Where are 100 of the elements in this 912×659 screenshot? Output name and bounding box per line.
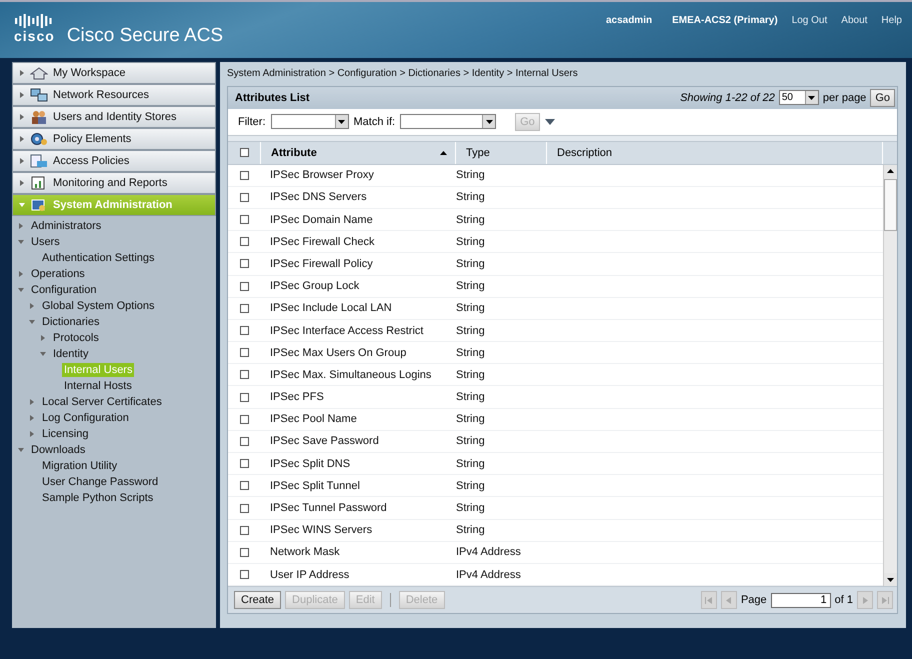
table-cell-text: String — [455, 435, 486, 448]
collapsed-arrow-icon[interactable] — [18, 223, 24, 229]
tree-item[interactable]: User Change Password — [40, 475, 160, 489]
dropdown-arrow-icon — [486, 120, 493, 124]
row-checkbox[interactable] — [240, 326, 248, 335]
tree-item[interactable]: Operations — [29, 267, 87, 281]
action-button[interactable]: Create — [234, 591, 282, 610]
table-cell-text: IPSec Tunnel Password — [269, 502, 388, 514]
row-checkbox[interactable] — [240, 392, 248, 402]
expanded-arrow-icon[interactable] — [40, 351, 46, 357]
table-cell-text: IPSec Save Password — [269, 435, 380, 448]
table-cell-text: IPSec Interface Access Restrict — [269, 324, 424, 336]
row-checkbox[interactable] — [240, 548, 248, 557]
header-link[interactable]: About — [841, 15, 868, 26]
column-header[interactable]: Attribute — [261, 142, 456, 164]
select-all-checkbox[interactable] — [240, 148, 248, 158]
table-cell-text: String — [455, 524, 486, 536]
row-checkbox[interactable] — [240, 282, 248, 291]
nav-drawer-button[interactable]: Users and Identity Stores — [12, 106, 216, 128]
row-checkbox[interactable] — [240, 259, 248, 268]
expanded-arrow-icon[interactable] — [18, 287, 24, 293]
collapsed-arrow-icon[interactable] — [29, 431, 35, 437]
per-page-dropdown[interactable]: 50 — [778, 90, 819, 106]
match-dropdown[interactable] — [400, 114, 496, 130]
collapsed-arrow-icon — [19, 180, 25, 186]
tree-item[interactable]: Global System Options — [40, 299, 156, 313]
expanded-arrow-icon[interactable] — [18, 447, 24, 453]
collapsed-arrow-icon — [19, 70, 25, 76]
tree-item[interactable]: Local Server Certificates — [40, 395, 164, 409]
nav-drawer-button[interactable]: Network Resources — [12, 84, 216, 106]
nav-drawer-button[interactable]: Access Policies — [12, 150, 216, 172]
tree-item[interactable]: Authentication Settings — [40, 251, 157, 265]
table-cell-text: String — [455, 502, 486, 514]
row-checkbox[interactable] — [240, 215, 248, 224]
row-checkbox[interactable] — [240, 526, 248, 535]
table-cell-text: String — [455, 324, 486, 336]
header-link[interactable]: Log Out — [792, 15, 828, 26]
panel-title: Attributes List — [235, 92, 310, 104]
tree-item[interactable]: Downloads — [29, 443, 88, 457]
collapsed-arrow-icon[interactable] — [18, 271, 24, 277]
row-checkbox[interactable] — [240, 237, 248, 246]
header-link[interactable]: Help — [881, 15, 902, 26]
previous-icon — [726, 596, 732, 604]
collapsed-arrow-icon — [19, 92, 25, 98]
caret-icon[interactable] — [544, 118, 555, 125]
tree-item[interactable]: Configuration — [29, 283, 98, 297]
breadcrumb: System Administration > Configuration > Dictionaries > Identity > Internal Users — [227, 67, 579, 81]
users-icon — [30, 110, 48, 124]
nav-drawer-button[interactable]: My Workspace — [12, 62, 216, 84]
tree-item[interactable]: Administrators — [29, 219, 104, 233]
row-checkbox[interactable] — [240, 370, 248, 380]
collapsed-arrow-icon[interactable] — [29, 399, 35, 405]
go-button[interactable]: Go — [870, 88, 895, 107]
scroll-thumb[interactable] — [884, 178, 897, 231]
tree-item[interactable]: Dictionaries — [40, 315, 102, 329]
collapsed-arrow-icon[interactable] — [40, 335, 46, 341]
expanded-arrow-icon[interactable] — [29, 319, 35, 325]
table-cell-text: IPSec Group Lock — [269, 280, 360, 292]
expanded-arrow-icon[interactable] — [18, 239, 24, 245]
tree-item[interactable]: Identity — [51, 347, 90, 361]
scrollbar[interactable] — [883, 164, 897, 586]
table-cell-text: String — [455, 368, 486, 381]
tree-item[interactable]: Internal Hosts — [62, 379, 134, 393]
nav-drawer-button[interactable]: Policy Elements — [12, 128, 216, 150]
tree-item[interactable]: Log Configuration — [40, 411, 131, 425]
collapsed-arrow-icon[interactable] — [29, 303, 35, 309]
page-number-field[interactable]: 1 — [770, 592, 831, 608]
tree-item[interactable]: Protocols — [51, 331, 101, 345]
row-checkbox[interactable] — [240, 459, 248, 468]
row-checkbox[interactable] — [240, 570, 248, 580]
row-checkbox[interactable] — [240, 304, 248, 313]
row-checkbox[interactable] — [240, 504, 248, 512]
table-cell-text: IPSec Include Local LAN — [269, 302, 393, 314]
tree-item[interactable]: Sample Python Scripts — [40, 491, 156, 505]
table-cell-text: Network Mask — [269, 546, 341, 558]
collapsed-arrow-icon[interactable] — [29, 415, 35, 421]
table-cell-text: IPSec Split DNS — [269, 458, 352, 470]
dropdown-arrow-icon — [808, 96, 816, 100]
row-checkbox[interactable] — [240, 414, 248, 424]
row-checkbox[interactable] — [240, 481, 248, 490]
table-cell-text: String — [455, 458, 486, 470]
collapsed-arrow-icon — [19, 136, 25, 142]
tree-item[interactable]: Migration Utility — [40, 459, 120, 473]
filter-label: Filter: — [238, 116, 266, 128]
row-checkbox[interactable] — [240, 170, 248, 180]
filter-dropdown[interactable] — [270, 114, 348, 130]
table-cell-text: IPSec WINS Servers — [269, 524, 374, 536]
table-cell-text: IPv4 Address — [455, 546, 522, 558]
row-checkbox[interactable] — [240, 348, 248, 358]
table-cell-text: String — [455, 480, 486, 492]
column-header[interactable]: Type — [456, 142, 547, 164]
nav-drawer-button[interactable]: Monitoring and Reports — [12, 172, 216, 194]
document-icon — [30, 154, 48, 168]
table-cell-text: IPSec Firewall Check — [269, 236, 376, 248]
logo-bars-icon — [15, 14, 54, 28]
tree-item[interactable]: Users — [29, 235, 62, 249]
row-checkbox[interactable] — [240, 192, 248, 202]
row-checkbox[interactable] — [240, 436, 248, 446]
tree-item[interactable]: Licensing — [40, 427, 90, 441]
column-header[interactable]: Description — [547, 142, 883, 164]
